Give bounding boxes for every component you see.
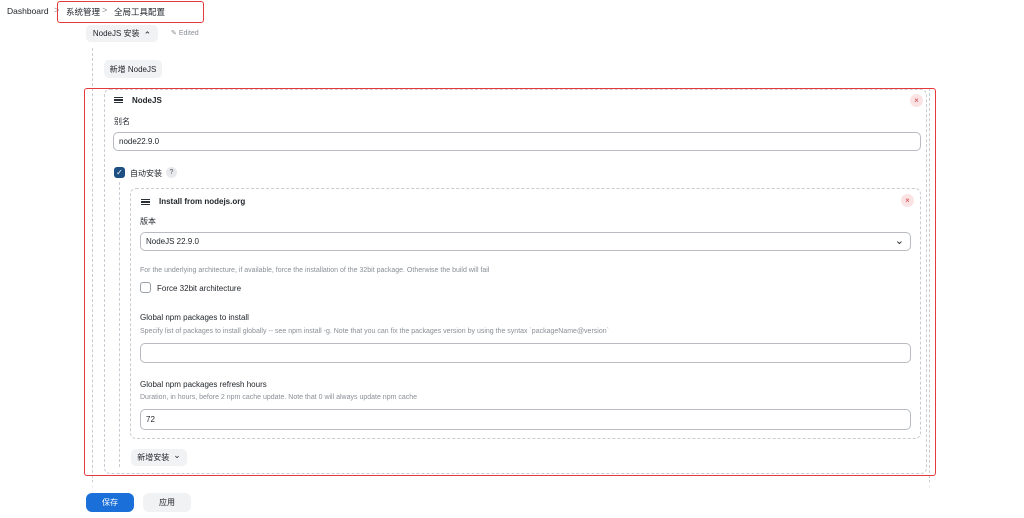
apply-button[interactable]: 应用 — [143, 493, 191, 512]
pencil-icon: ✎ — [171, 30, 177, 37]
force-32bit-label: Force 32bit architecture — [157, 284, 242, 293]
global-packages-help: Specify list of packages to install glob… — [140, 328, 609, 335]
global-packages-input[interactable] — [140, 343, 911, 363]
close-glyph: × — [914, 96, 919, 105]
help-glyph: ? — [169, 169, 174, 176]
auto-install-label: 自动安装 — [130, 169, 162, 178]
nodejs-section-toggle[interactable]: NodeJS 安装 ⌃ — [86, 25, 158, 42]
refresh-hours-help: Duration, in hours, before 2 npm cache u… — [140, 394, 418, 401]
close-glyph: × — [905, 196, 910, 205]
alias-input[interactable]: node22.9.0 — [113, 132, 921, 151]
drag-handle-icon[interactable] — [141, 197, 150, 207]
chevron-down-icon: ⌄ — [173, 450, 181, 460]
arch-help-text: For the underlying architecture, if avai… — [140, 267, 490, 274]
add-nodejs-button[interactable]: 新增 NodeJS — [104, 60, 162, 78]
edited-label: Edited — [178, 30, 199, 37]
drag-handle-icon[interactable] — [114, 95, 123, 105]
refresh-hours-input[interactable]: 72 — [140, 409, 911, 430]
installer-card-title: Install from nodejs.org — [159, 197, 246, 206]
help-icon[interactable]: ? — [166, 167, 177, 178]
close-icon[interactable]: × — [910, 94, 923, 107]
global-packages-label: Global npm packages to install — [140, 313, 249, 322]
version-value: NodeJS 22.9.0 — [146, 237, 199, 246]
save-label: 保存 — [102, 498, 118, 507]
add-installer-button[interactable]: 新增安装 ⌄ — [131, 449, 187, 466]
close-icon[interactable]: × — [901, 194, 914, 207]
chevron-down-icon: ⌄ — [894, 235, 904, 247]
check-icon: ✓ — [116, 168, 123, 177]
breadcrumb-item-dashboard[interactable]: Dashboard — [7, 6, 49, 16]
nodejs-card-title: NodeJS — [132, 96, 162, 105]
version-label: 版本 — [140, 217, 156, 226]
save-button[interactable]: 保存 — [86, 493, 134, 512]
refresh-hours-value: 72 — [146, 415, 155, 424]
add-nodejs-label: 新增 NodeJS — [109, 64, 157, 74]
installer-guide-line — [119, 182, 120, 467]
section-title: NodeJS 安装 — [92, 29, 140, 38]
edited-indicator: ✎ Edited — [171, 29, 199, 37]
add-installer-label: 新增安装 — [137, 453, 170, 462]
auto-install-checkbox[interactable]: ✓ — [114, 167, 125, 178]
version-select[interactable]: NodeJS 22.9.0 ⌄ — [140, 232, 911, 251]
refresh-hours-label: Global npm packages refresh hours — [140, 380, 267, 389]
alias-label: 别名 — [114, 117, 130, 126]
breadcrumb-highlight — [57, 1, 204, 23]
force-32bit-checkbox[interactable] — [140, 282, 151, 293]
apply-label: 应用 — [159, 498, 175, 507]
alias-value: node22.9.0 — [119, 137, 160, 146]
chevron-up-icon: ⌃ — [143, 30, 152, 40]
